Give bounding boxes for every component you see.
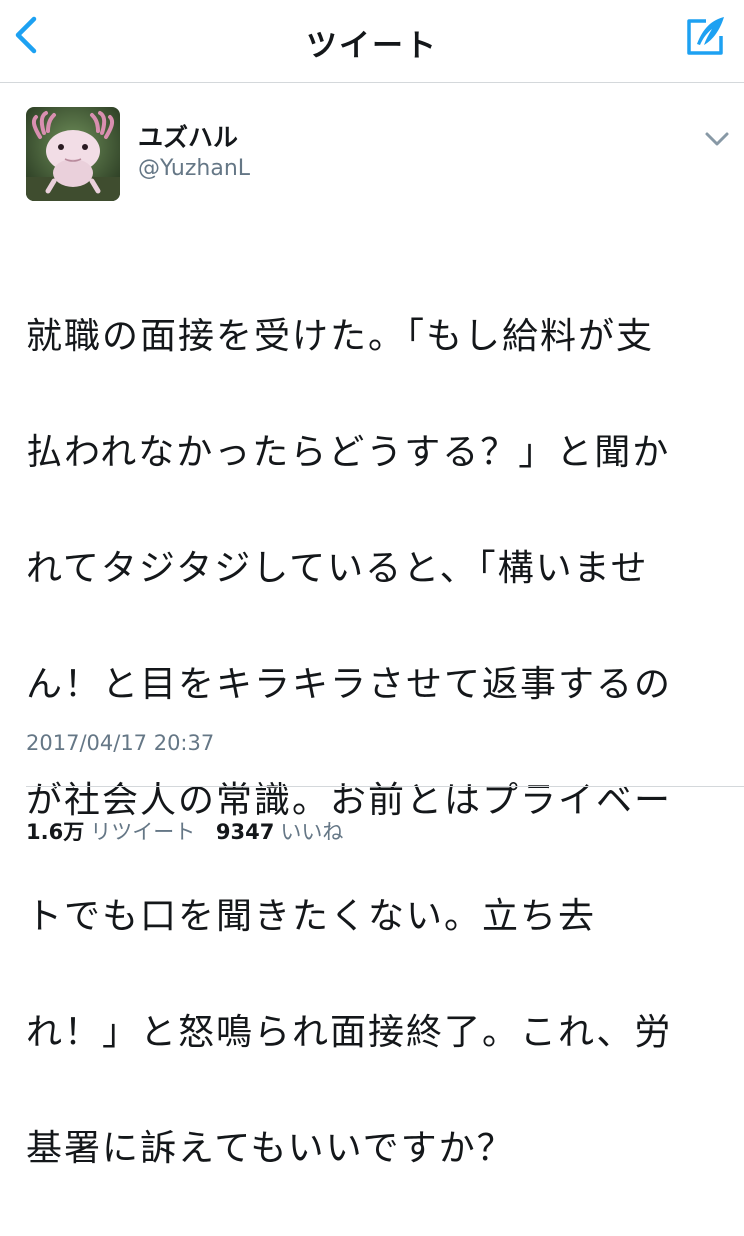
retweets-stat[interactable]: 1.6万 リツイート: [26, 820, 209, 844]
retweets-label: リツイート: [90, 820, 196, 844]
tweet-text-line: ん！と目をキラキラさせて返事するの: [26, 664, 673, 705]
user-handle[interactable]: @YuzhanL: [138, 156, 250, 181]
tweet-stats: 1.6万 リツイート 9347 いいね: [26, 816, 357, 846]
display-name[interactable]: ユズハル: [138, 118, 238, 154]
tweet-text-line: 就職の面接を受けた。「もし給料が支: [26, 316, 655, 357]
tweet-text-line: 払われなかったらどうする？」と聞か: [26, 432, 671, 473]
likes-label: いいね: [280, 820, 344, 844]
compose-button[interactable]: [682, 14, 728, 60]
avatar[interactable]: [26, 107, 120, 201]
tweet-text-line: 基署に訴えてもいいですか？: [26, 1128, 515, 1169]
likes-count: 9347: [215, 820, 275, 844]
retweets-count: 1.6万: [26, 820, 85, 844]
chevron-down-icon: [705, 132, 729, 146]
axolotl-avatar: [26, 107, 120, 201]
likes-stat[interactable]: 9347 いいね: [216, 820, 357, 844]
tweet-text-line: れ！」と怒鳴られ面接終了。これ、労: [26, 1012, 673, 1053]
divider: [26, 786, 744, 787]
tweet-menu-button[interactable]: [704, 130, 730, 148]
tweet-text-line: トでも口を聞きたくない。立ち去: [26, 896, 597, 937]
tweet-text-line: れてタジタジしていると、「構いませ: [26, 548, 649, 589]
tweet-header: ユズハル @YuzhanL: [0, 82, 744, 222]
tweet-timestamp[interactable]: 2017/04/17 20:37: [26, 731, 214, 755]
page-title: ツイート: [306, 28, 438, 64]
compose-quill-icon: [687, 17, 724, 55]
navigation-bar: ツイート: [0, 0, 744, 83]
